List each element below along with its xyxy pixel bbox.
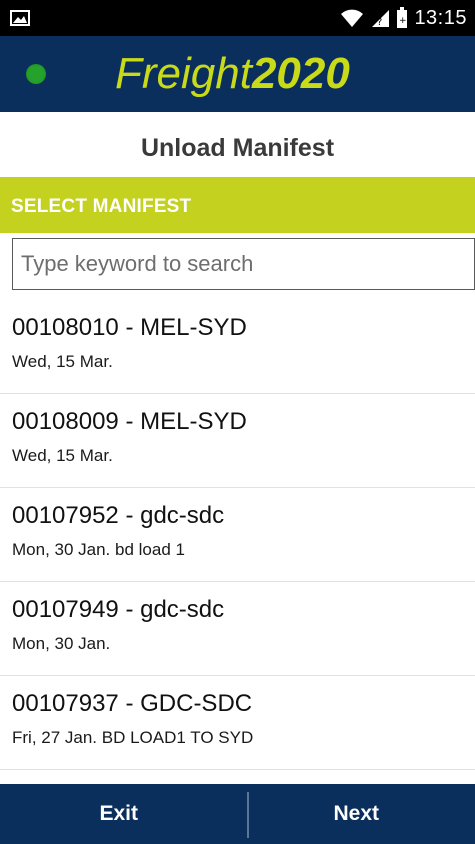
manifest-item[interactable]: 00107952 - gdc-sdc Mon, 30 Jan. bd load … [0, 488, 475, 582]
search-input[interactable] [12, 238, 475, 290]
status-time: 13:15 [414, 6, 467, 29]
manifest-title: 00107949 - gdc-sdc [12, 596, 225, 623]
app-logo: Freight2020 [115, 46, 350, 102]
page-title: Unload Manifest [140, 134, 335, 162]
section-header-label: SELECT MANIFEST [11, 196, 192, 217]
svg-text:+: + [399, 16, 407, 26]
next-button[interactable]: Next [238, 784, 475, 844]
manifest-item[interactable]: 00108010 - MEL-SYD Wed, 15 Mar. [0, 300, 475, 394]
manifest-item[interactable]: 00107937 - GDC-SDC Fri, 27 Jan. BD LOAD1… [0, 676, 475, 770]
manifest-subtitle: Mon, 30 Jan. [12, 634, 111, 653]
connection-status-dot [26, 64, 46, 84]
status-icons: ? + 13:15 [340, 6, 467, 30]
footer-divider [247, 792, 249, 838]
manifest-item[interactable]: 00108009 - MEL-SYD Wed, 15 Mar. [0, 394, 475, 488]
manifest-title: 00108010 - MEL-SYD [12, 314, 247, 341]
status-bar: ? + 13:15 [0, 0, 475, 36]
manifest-item[interactable]: 00107949 - gdc-sdc Mon, 30 Jan. [0, 582, 475, 676]
battery-icon: + [397, 7, 408, 28]
wifi-icon [341, 9, 364, 27]
manifest-subtitle: Wed, 15 Mar. [12, 446, 113, 465]
manifest-title: 00108009 - MEL-SYD [12, 408, 247, 435]
manifest-title: 00107937 - GDC-SDC [12, 690, 253, 717]
image-icon [10, 10, 30, 26]
manifest-title: 00107952 - gdc-sdc [12, 502, 225, 529]
manifest-list: 00108010 - MEL-SYD Wed, 15 Mar. 00108009… [0, 300, 475, 780]
manifest-subtitle: Wed, 15 Mar. [12, 352, 113, 371]
logo-text-2020: 2020 [251, 49, 350, 98]
footer-bar: Exit Next [0, 784, 475, 844]
section-header: SELECT MANIFEST [0, 177, 475, 233]
manifest-subtitle: Mon, 30 Jan. bd load 1 [12, 540, 185, 559]
logo-text-freight: Freight [115, 49, 252, 98]
svg-text:?: ? [377, 17, 382, 28]
signal-icon: ? [372, 10, 390, 28]
manifest-subtitle: Fri, 27 Jan. BD LOAD1 TO SYD [12, 728, 254, 747]
app-screen: ? + 13:15 Freight2020 Unload Manifest SE… [0, 0, 475, 844]
app-header: Freight2020 [0, 36, 475, 112]
exit-button[interactable]: Exit [0, 784, 238, 844]
